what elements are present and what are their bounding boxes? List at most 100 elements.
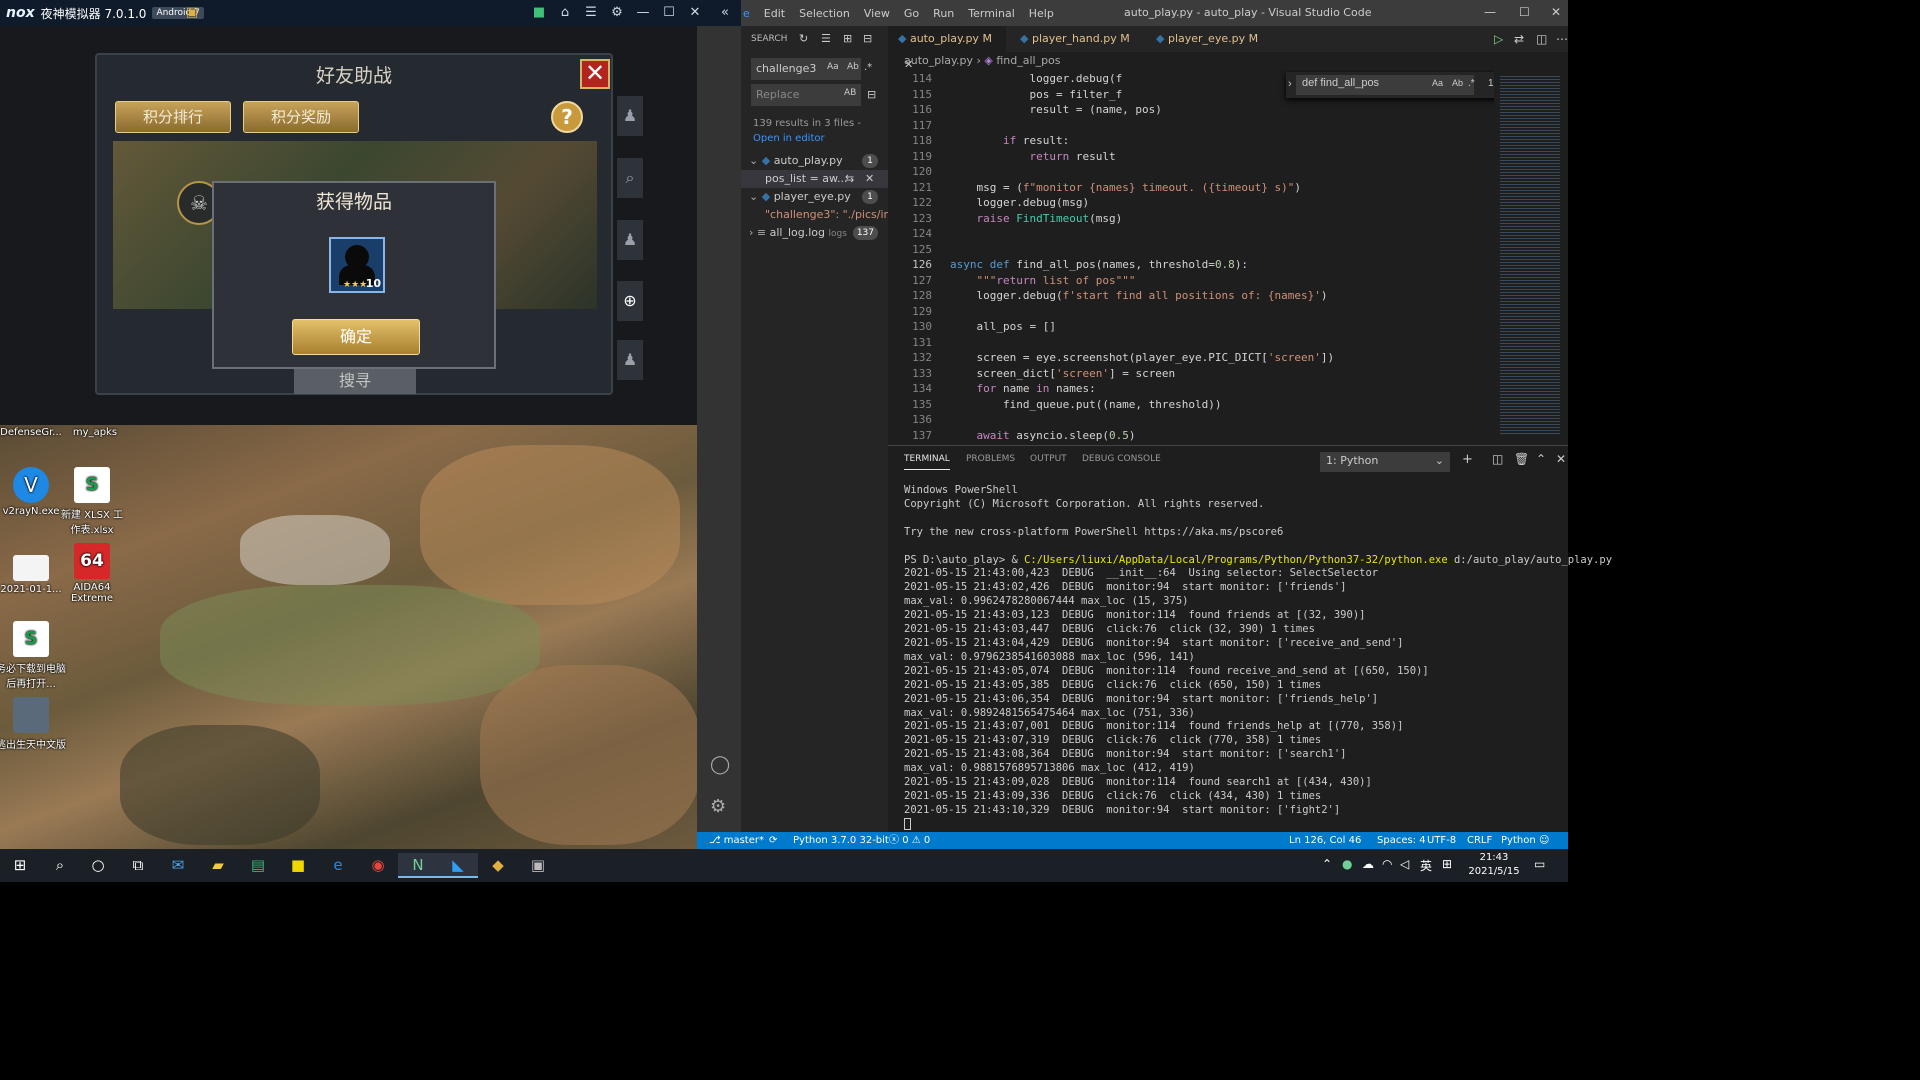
- terminal-output[interactable]: Windows PowerShell Copyright (C) Microsof…: [904, 484, 1612, 818]
- replace-icon[interactable]: ⇆: [845, 170, 854, 188]
- close-panel-icon[interactable]: ✕: [1556, 452, 1566, 466]
- shirt-icon[interactable]: ⌂: [556, 4, 574, 22]
- run-icon[interactable]: ▷: [1494, 32, 1503, 46]
- problems-indicator[interactable]: ⓧ 0 ⚠ 0: [889, 832, 930, 849]
- cursor-position[interactable]: Ln 126, Col 46: [1289, 832, 1361, 849]
- add-friend-icon[interactable]: ♟: [617, 220, 643, 260]
- match-case-icon[interactable]: Aa: [827, 62, 839, 72]
- desktop-icon-game[interactable]: 逃出生天中文版: [0, 697, 66, 751]
- ie-browser-icon[interactable]: e: [318, 853, 358, 878]
- git-branch[interactable]: ⎇ master*: [709, 832, 764, 849]
- menu-selection[interactable]: Selection: [792, 7, 857, 20]
- search-icon[interactable]: ⌕: [617, 158, 643, 198]
- windows-start-icon[interactable]: ⊞: [0, 853, 40, 878]
- tray-app-icon[interactable]: ●: [1342, 857, 1352, 871]
- breadcrumb-file[interactable]: auto_play.py: [904, 54, 973, 67]
- result-file-player-eye[interactable]: ⌄ ◆ player_eye.py 1: [741, 188, 888, 206]
- tab-points-ranking[interactable]: 积分排行: [115, 101, 231, 133]
- terminal-select[interactable]: 1: Python ⌄: [1320, 452, 1450, 472]
- result-match-line[interactable]: "challenge3": "./pics/inst...: [741, 206, 888, 224]
- replace-all-icon[interactable]: ⊟: [867, 88, 876, 101]
- minimize-icon[interactable]: —: [1484, 5, 1496, 19]
- result-file-all-log[interactable]: › ≡ all_log.log logs 137: [741, 224, 888, 242]
- sync-icon[interactable]: ⟳: [769, 832, 777, 849]
- app-icon[interactable]: ▣: [518, 853, 558, 878]
- menu-go[interactable]: Go: [897, 7, 926, 20]
- help-button[interactable]: ?: [551, 101, 583, 133]
- tab-problems[interactable]: PROBLEMS: [966, 454, 1015, 464]
- compare-icon[interactable]: ⇄: [1514, 32, 1524, 46]
- result-file-auto-play[interactable]: ⌄ ◆ auto_play.py 1: [741, 152, 888, 170]
- notepad-icon[interactable]: ▤: [238, 853, 278, 878]
- assist-icon[interactable]: ⊕: [617, 281, 643, 321]
- maximize-icon[interactable]: ☐: [1519, 5, 1530, 19]
- sticky-notes-icon[interactable]: ■: [278, 853, 318, 878]
- minimap[interactable]: [1494, 70, 1568, 442]
- regex-icon[interactable]: .*: [864, 62, 872, 73]
- emulator-screen[interactable]: 好友助战 ✕ 积分排行 积分奖励 ? ☠ 搜寻 获得物品 ★★★ 10 确定 ♟…: [0, 26, 707, 425]
- menu-icon[interactable]: ☰: [582, 4, 600, 22]
- menu-terminal[interactable]: Terminal: [961, 7, 1022, 20]
- chevron-right-icon[interactable]: ›: [1288, 78, 1292, 90]
- encoding[interactable]: UTF-8: [1427, 832, 1456, 849]
- python-interpreter[interactable]: Python 3.7.0 32-bit: [793, 832, 889, 849]
- blocked-user-icon[interactable]: ♟: [617, 340, 643, 380]
- notification-icon[interactable]: ▭: [1534, 857, 1545, 871]
- file-explorer-icon[interactable]: ▰: [198, 853, 238, 878]
- new-search-editor-icon[interactable]: ⊞: [843, 32, 852, 45]
- tab-player-hand[interactable]: ◆ player_hand.py M: [1010, 26, 1140, 52]
- collapse-all-icon[interactable]: ⊟: [863, 32, 872, 45]
- desktop-icon-xlsx[interactable]: S 新建 XLSX 工作表.xlsx: [57, 467, 127, 536]
- app-icon[interactable]: ◆: [478, 853, 518, 878]
- tab-output[interactable]: OUTPUT: [1030, 454, 1067, 464]
- collapse-sidebar-icon[interactable]: «: [716, 4, 734, 22]
- desktop-icon-defensegrid[interactable]: DefenseGr...: [0, 427, 66, 438]
- character-item[interactable]: ★★★ 10: [329, 237, 385, 293]
- feedback-icon[interactable]: ☺: [1539, 832, 1549, 849]
- split-terminal-icon[interactable]: ◫: [1492, 452, 1503, 466]
- find-input[interactable]: def find_all_pos: [1296, 75, 1474, 95]
- code-editor[interactable]: 114 logger.debug(f 115 pos = filter_f 116 …: [888, 70, 1568, 442]
- nox-taskbar-icon[interactable]: N: [398, 853, 438, 878]
- maximize-panel-icon[interactable]: ⌃: [1536, 452, 1546, 466]
- system-clock[interactable]: 21:43 2021/5/15: [1468, 851, 1520, 879]
- chrome-icon[interactable]: ◉: [358, 853, 398, 878]
- menu-help[interactable]: Help: [1022, 7, 1061, 20]
- tab-debug-console[interactable]: DEBUG CONSOLE: [1082, 454, 1161, 464]
- friend-icon[interactable]: ♟: [617, 96, 643, 136]
- mail-icon[interactable]: ✉: [158, 853, 198, 878]
- whole-word-icon[interactable]: Ab: [847, 62, 859, 72]
- ime-mode-icon[interactable]: ⊞: [1442, 857, 1452, 871]
- close-icon[interactable]: ✕: [686, 4, 704, 22]
- search-button[interactable]: 搜寻: [294, 368, 416, 394]
- trash-icon[interactable]: 🗑: [1514, 452, 1529, 466]
- menu-run[interactable]: Run: [926, 7, 961, 20]
- preserve-case-icon[interactable]: AB: [844, 88, 856, 98]
- menu-edit[interactable]: Edit: [757, 7, 792, 20]
- gift-icon[interactable]: ■: [530, 4, 548, 22]
- menu-view[interactable]: View: [857, 7, 897, 20]
- close-icon[interactable]: ✕: [1551, 5, 1561, 19]
- ime-indicator[interactable]: 英: [1420, 857, 1432, 874]
- tab-points-reward[interactable]: 积分奖励: [243, 101, 359, 133]
- result-match-line[interactable]: pos_list = aw... ⇆ ✕: [741, 170, 888, 188]
- breadcrumb-symbol[interactable]: find_all_pos: [996, 54, 1060, 67]
- indentation[interactable]: Spaces: 4: [1377, 832, 1426, 849]
- gear-icon[interactable]: ⚙: [608, 4, 626, 22]
- regex-icon[interactable]: .*: [1468, 78, 1475, 89]
- clear-results-icon[interactable]: ☰: [821, 32, 831, 45]
- task-view-icon[interactable]: ⧉: [118, 853, 158, 878]
- screenshot-icon[interactable]: ▣: [183, 4, 201, 22]
- search-input[interactable]: challenge3: [751, 58, 861, 80]
- tab-auto-play[interactable]: ◆ auto_play.py M ✕: [888, 26, 1006, 71]
- tab-player-eye[interactable]: ◆ player_eye.py M: [1146, 26, 1276, 52]
- cloud-icon[interactable]: ☁: [1362, 857, 1374, 871]
- chevron-up-icon[interactable]: ⌃: [1322, 857, 1332, 871]
- tab-terminal[interactable]: TERMINAL: [904, 454, 950, 470]
- match-case-icon[interactable]: Aa: [1432, 78, 1443, 88]
- cortana-icon[interactable]: ○: [78, 853, 118, 878]
- maximize-icon[interactable]: ☐: [660, 4, 678, 22]
- line-ending[interactable]: CRLF: [1467, 832, 1492, 849]
- vscode-taskbar-icon[interactable]: ◣: [438, 853, 478, 878]
- open-in-editor-link[interactable]: Open in editor: [753, 133, 825, 144]
